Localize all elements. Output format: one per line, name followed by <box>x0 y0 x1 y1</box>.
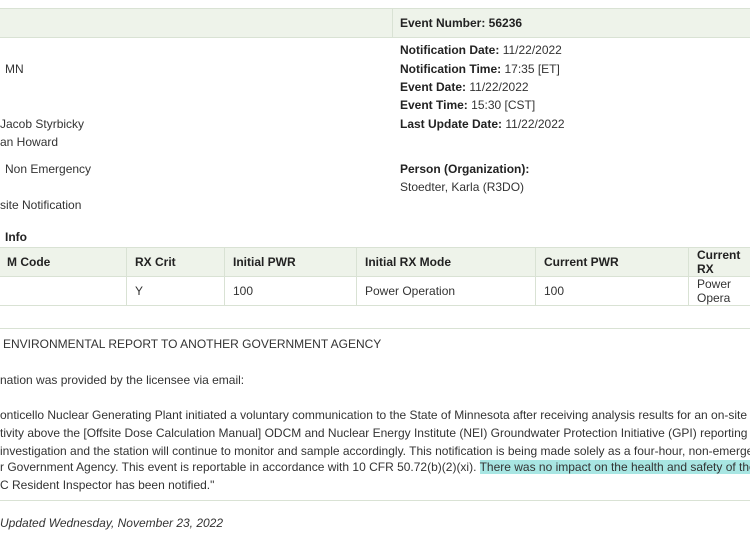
col-header-current-rx-mode: Current RX <box>688 247 750 277</box>
person-organization-value: Stoedter, Karla (R3DO) <box>400 180 525 194</box>
cell-initial-rx-mode: Power Operation <box>356 276 536 306</box>
notification-time-label: Notification Time: <box>400 62 502 76</box>
notification-date-value: 11/22/2022 <box>502 43 562 57</box>
last-update-date: Last Update Date: 11/22/2022 <box>400 117 565 131</box>
event-time-label: Event Time: <box>400 98 468 112</box>
cell-scram-code <box>0 276 127 306</box>
rep-org-text: Jacob Styrbicky <box>0 117 85 131</box>
cell-rx-crit: Y <box>126 276 225 306</box>
header-separator <box>392 8 393 37</box>
col-header-initial-pwr: Initial PWR <box>224 247 357 277</box>
col-header-scram-code: M Code <box>0 247 127 277</box>
highlighted-text: There was no impact on the health and sa… <box>479 460 750 474</box>
event-time: Event Time: 15:30 [CST] <box>400 98 535 112</box>
report-title: ENVIRONMENTAL REPORT TO ANOTHER GOVERNME… <box>3 337 382 351</box>
notification-time-value: 17:35 [ET] <box>504 62 560 76</box>
notification-date-label: Notification Date: <box>400 43 500 57</box>
header-band <box>0 8 750 38</box>
report-line-4: r Government Agency. This event is repor… <box>0 460 750 474</box>
report-line-1: onticello Nuclear Generating Plant initi… <box>0 408 750 422</box>
last-update-value: 11/22/2022 <box>505 117 565 131</box>
report-line-5: C Resident Inspector has been notified." <box>0 478 215 492</box>
person-organization-label: Person (Organization): <box>400 162 530 176</box>
table-header-row: M Code RX Crit Initial PWR Initial RX Mo… <box>0 247 750 277</box>
report-intro: nation was provided by the licensee via … <box>0 373 245 387</box>
section-title: Info <box>5 230 27 244</box>
col-header-initial-rx-mode: Initial RX Mode <box>356 247 536 277</box>
report-line-2: tivity above the [Offsite Dose Calculati… <box>0 426 750 440</box>
rx-info-table: M Code RX Crit Initial PWR Initial RX Mo… <box>0 247 750 306</box>
hq-ops-officer-text: an Howard <box>0 135 59 149</box>
cell-current-rx-mode: Power Opera <box>688 276 750 306</box>
event-date-value: 11/22/2022 <box>469 80 529 94</box>
cell-current-pwr: 100 <box>535 276 689 306</box>
cell-initial-pwr: 100 <box>224 276 357 306</box>
divider-top <box>0 328 750 329</box>
divider-bottom <box>0 500 750 501</box>
report-line-3: investigation and the station will conti… <box>0 444 750 458</box>
event-date: Event Date: 11/22/2022 <box>400 80 529 94</box>
cfr-section-text: site Notification <box>0 198 82 212</box>
last-update-label: Last Update Date: <box>400 117 503 131</box>
emergency-class-text: Non Emergency <box>5 162 92 176</box>
notification-date: Notification Date: 11/22/2022 <box>400 43 562 57</box>
col-header-current-pwr: Current PWR <box>535 247 689 277</box>
col-header-rx-crit: RX Crit <box>126 247 225 277</box>
event-time-value: 15:30 [CST] <box>471 98 536 112</box>
table-row: Y 100 Power Operation 100 Power Opera <box>0 276 750 306</box>
state-text: MN <box>5 62 24 76</box>
report-line-4-text: r Government Agency. This event is repor… <box>0 460 480 474</box>
event-date-label: Event Date: <box>400 80 467 94</box>
updated-footer: Updated Wednesday, November 23, 2022 <box>0 516 224 530</box>
event-number: Event Number: 56236 <box>400 16 523 30</box>
notification-time: Notification Time: 17:35 [ET] <box>400 62 560 76</box>
